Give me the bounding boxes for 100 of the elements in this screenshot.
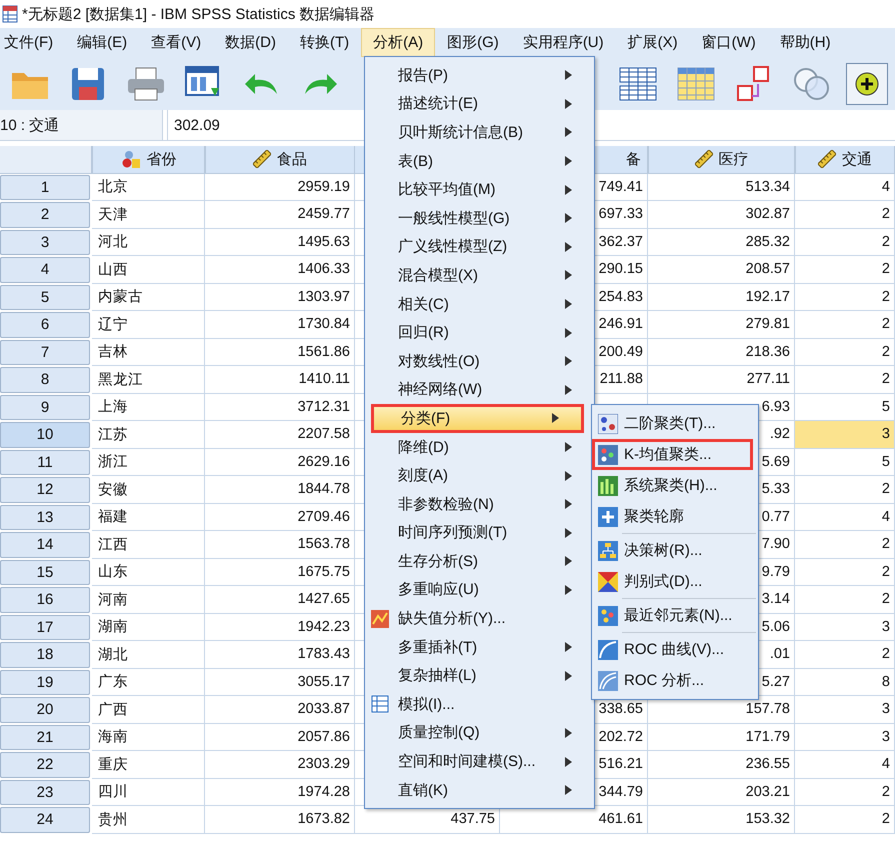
table-cell: 重庆 <box>92 751 205 778</box>
submenu-arrow-icon <box>565 98 572 109</box>
submenu-arrow-icon <box>565 156 572 166</box>
menu-item[interactable]: 扩展(X) <box>616 28 690 57</box>
table-cell: 203.21 <box>648 778 795 806</box>
table-cell: 北京 <box>92 174 205 201</box>
menu-item[interactable]: 表(B) <box>365 146 594 176</box>
row-number[interactable]: 16 <box>0 587 90 612</box>
value-labels-icon[interactable] <box>736 66 772 102</box>
submenu-arrow-icon <box>565 328 572 338</box>
menu-item[interactable]: 降维(D) <box>365 432 594 462</box>
row-number[interactable]: 14 <box>0 532 90 558</box>
menu-item[interactable]: 多重插补(T) <box>365 632 594 662</box>
menu-item[interactable]: K-均值聚类... <box>592 439 753 470</box>
menu-item[interactable]: 非参数检验(N) <box>365 490 594 518</box>
menu-item[interactable]: 多重响应(U) <box>365 576 594 604</box>
menu-item[interactable]: 分析(A) <box>361 28 436 57</box>
submenu-arrow-icon <box>565 499 572 510</box>
column-header[interactable]: 交通 <box>795 146 895 174</box>
row-number[interactable]: 8 <box>0 367 90 392</box>
table-cell: 广东 <box>92 668 205 696</box>
table-cell: 天津 <box>92 201 205 228</box>
menu-item[interactable]: 文件(F) <box>0 28 66 57</box>
menu-item[interactable]: 帮助(H) <box>768 28 843 57</box>
print-icon[interactable] <box>127 66 165 100</box>
column-header[interactable]: 省份 <box>92 146 205 174</box>
row-number[interactable]: 10 <box>0 422 90 448</box>
cluster-icon <box>598 414 618 434</box>
submenu-arrow-icon <box>565 470 572 481</box>
menu-item[interactable]: 数据(D) <box>213 28 288 57</box>
row-number[interactable]: 20 <box>0 697 90 722</box>
table-cell: 2629.16 <box>205 448 355 476</box>
grid-icon[interactable] <box>619 66 657 100</box>
table-cell: 1974.28 <box>205 778 355 806</box>
menu-item[interactable]: 描述统计(E) <box>365 90 594 118</box>
submenu-arrow-icon <box>565 299 572 310</box>
table-cell: 2 <box>795 586 895 614</box>
menu-item[interactable]: 编辑(E) <box>65 28 140 57</box>
menu-item[interactable]: 缺失值分析(Y)... <box>365 604 594 633</box>
menu-item[interactable]: 时间序列预测(T) <box>365 518 594 548</box>
cell-name-field[interactable]: 10 : 交通 <box>0 110 163 140</box>
table-cell: 2 <box>795 256 895 284</box>
row-number[interactable]: 22 <box>0 752 90 778</box>
grid-icon[interactable] <box>677 66 715 100</box>
row-number[interactable]: 5 <box>0 284 90 310</box>
submenu-arrow-icon <box>565 785 572 796</box>
menu-item[interactable]: 复杂抽样(L) <box>365 661 594 690</box>
window-title: *无标题2 [数据集1] - IBM SPSS Statistics 数据编辑器 <box>22 4 375 24</box>
table-cell: 302.87 <box>648 201 795 228</box>
menu-item[interactable]: 分类(F) <box>371 404 584 433</box>
row-number[interactable]: 19 <box>0 670 90 695</box>
table-cell: 2 <box>795 338 895 366</box>
discriminant-icon <box>598 572 618 592</box>
menu-item[interactable]: 报告(P) <box>365 61 594 90</box>
row-number[interactable]: 23 <box>0 780 90 805</box>
plus-icon <box>598 506 618 526</box>
table-cell: 湖南 <box>92 614 205 641</box>
submenu-arrow-icon <box>565 642 572 652</box>
row-number[interactable]: 6 <box>0 312 90 338</box>
row-number[interactable]: 3 <box>0 230 90 255</box>
menu-item[interactable]: 实用程序(U) <box>510 28 616 57</box>
submenu-arrow-icon <box>565 556 572 566</box>
column-header[interactable]: 医疗 <box>648 146 795 174</box>
row-number[interactable]: 15 <box>0 560 90 585</box>
add-icon[interactable] <box>855 72 879 96</box>
table-cell: 四川 <box>92 778 205 806</box>
column-header[interactable]: 食品 <box>205 146 355 174</box>
menu-item[interactable]: 图形(G) <box>435 28 511 57</box>
row-number[interactable]: 7 <box>0 340 90 365</box>
row-number[interactable]: 4 <box>0 257 90 282</box>
table-cell: 3 <box>795 421 895 448</box>
row-number[interactable]: 24 <box>0 807 90 832</box>
menu-item[interactable]: 查看(V) <box>139 28 214 57</box>
table-cell: 贵州 <box>92 806 205 834</box>
table-cell: 3 <box>795 724 895 751</box>
row-number[interactable]: 12 <box>0 477 90 502</box>
row-number[interactable]: 11 <box>0 450 90 475</box>
menu-item[interactable]: 刻度(A) <box>365 461 594 490</box>
submenu-arrow-icon <box>565 184 572 195</box>
menu-item[interactable]: 转换(T) <box>288 28 362 57</box>
submenu-arrow-icon <box>565 528 572 538</box>
table-cell: 2 <box>795 558 895 586</box>
row-number[interactable]: 13 <box>0 504 90 530</box>
row-number[interactable]: 18 <box>0 642 90 668</box>
row-number[interactable]: 9 <box>0 394 90 420</box>
table-cell: 1563.78 <box>205 531 355 558</box>
table-cell: 1410.11 <box>205 366 355 394</box>
menu-item[interactable]: 生存分析(S) <box>365 547 594 576</box>
table-cell: 277.11 <box>648 366 795 394</box>
row-number[interactable]: 17 <box>0 614 90 640</box>
menu-item[interactable]: 窗口(W) <box>690 28 768 57</box>
menu-item[interactable]: 贝叶斯统计信息(B) <box>365 118 594 147</box>
table-cell: 辽宁 <box>92 311 205 338</box>
save-icon[interactable] <box>71 66 105 100</box>
row-number[interactable]: 2 <box>0 202 90 228</box>
table-cell: 山西 <box>92 256 205 284</box>
row-number[interactable]: 21 <box>0 724 90 750</box>
row-number[interactable]: 1 <box>0 174 90 200</box>
circles-icon[interactable] <box>792 66 832 102</box>
table-cell: 279.81 <box>648 311 795 338</box>
